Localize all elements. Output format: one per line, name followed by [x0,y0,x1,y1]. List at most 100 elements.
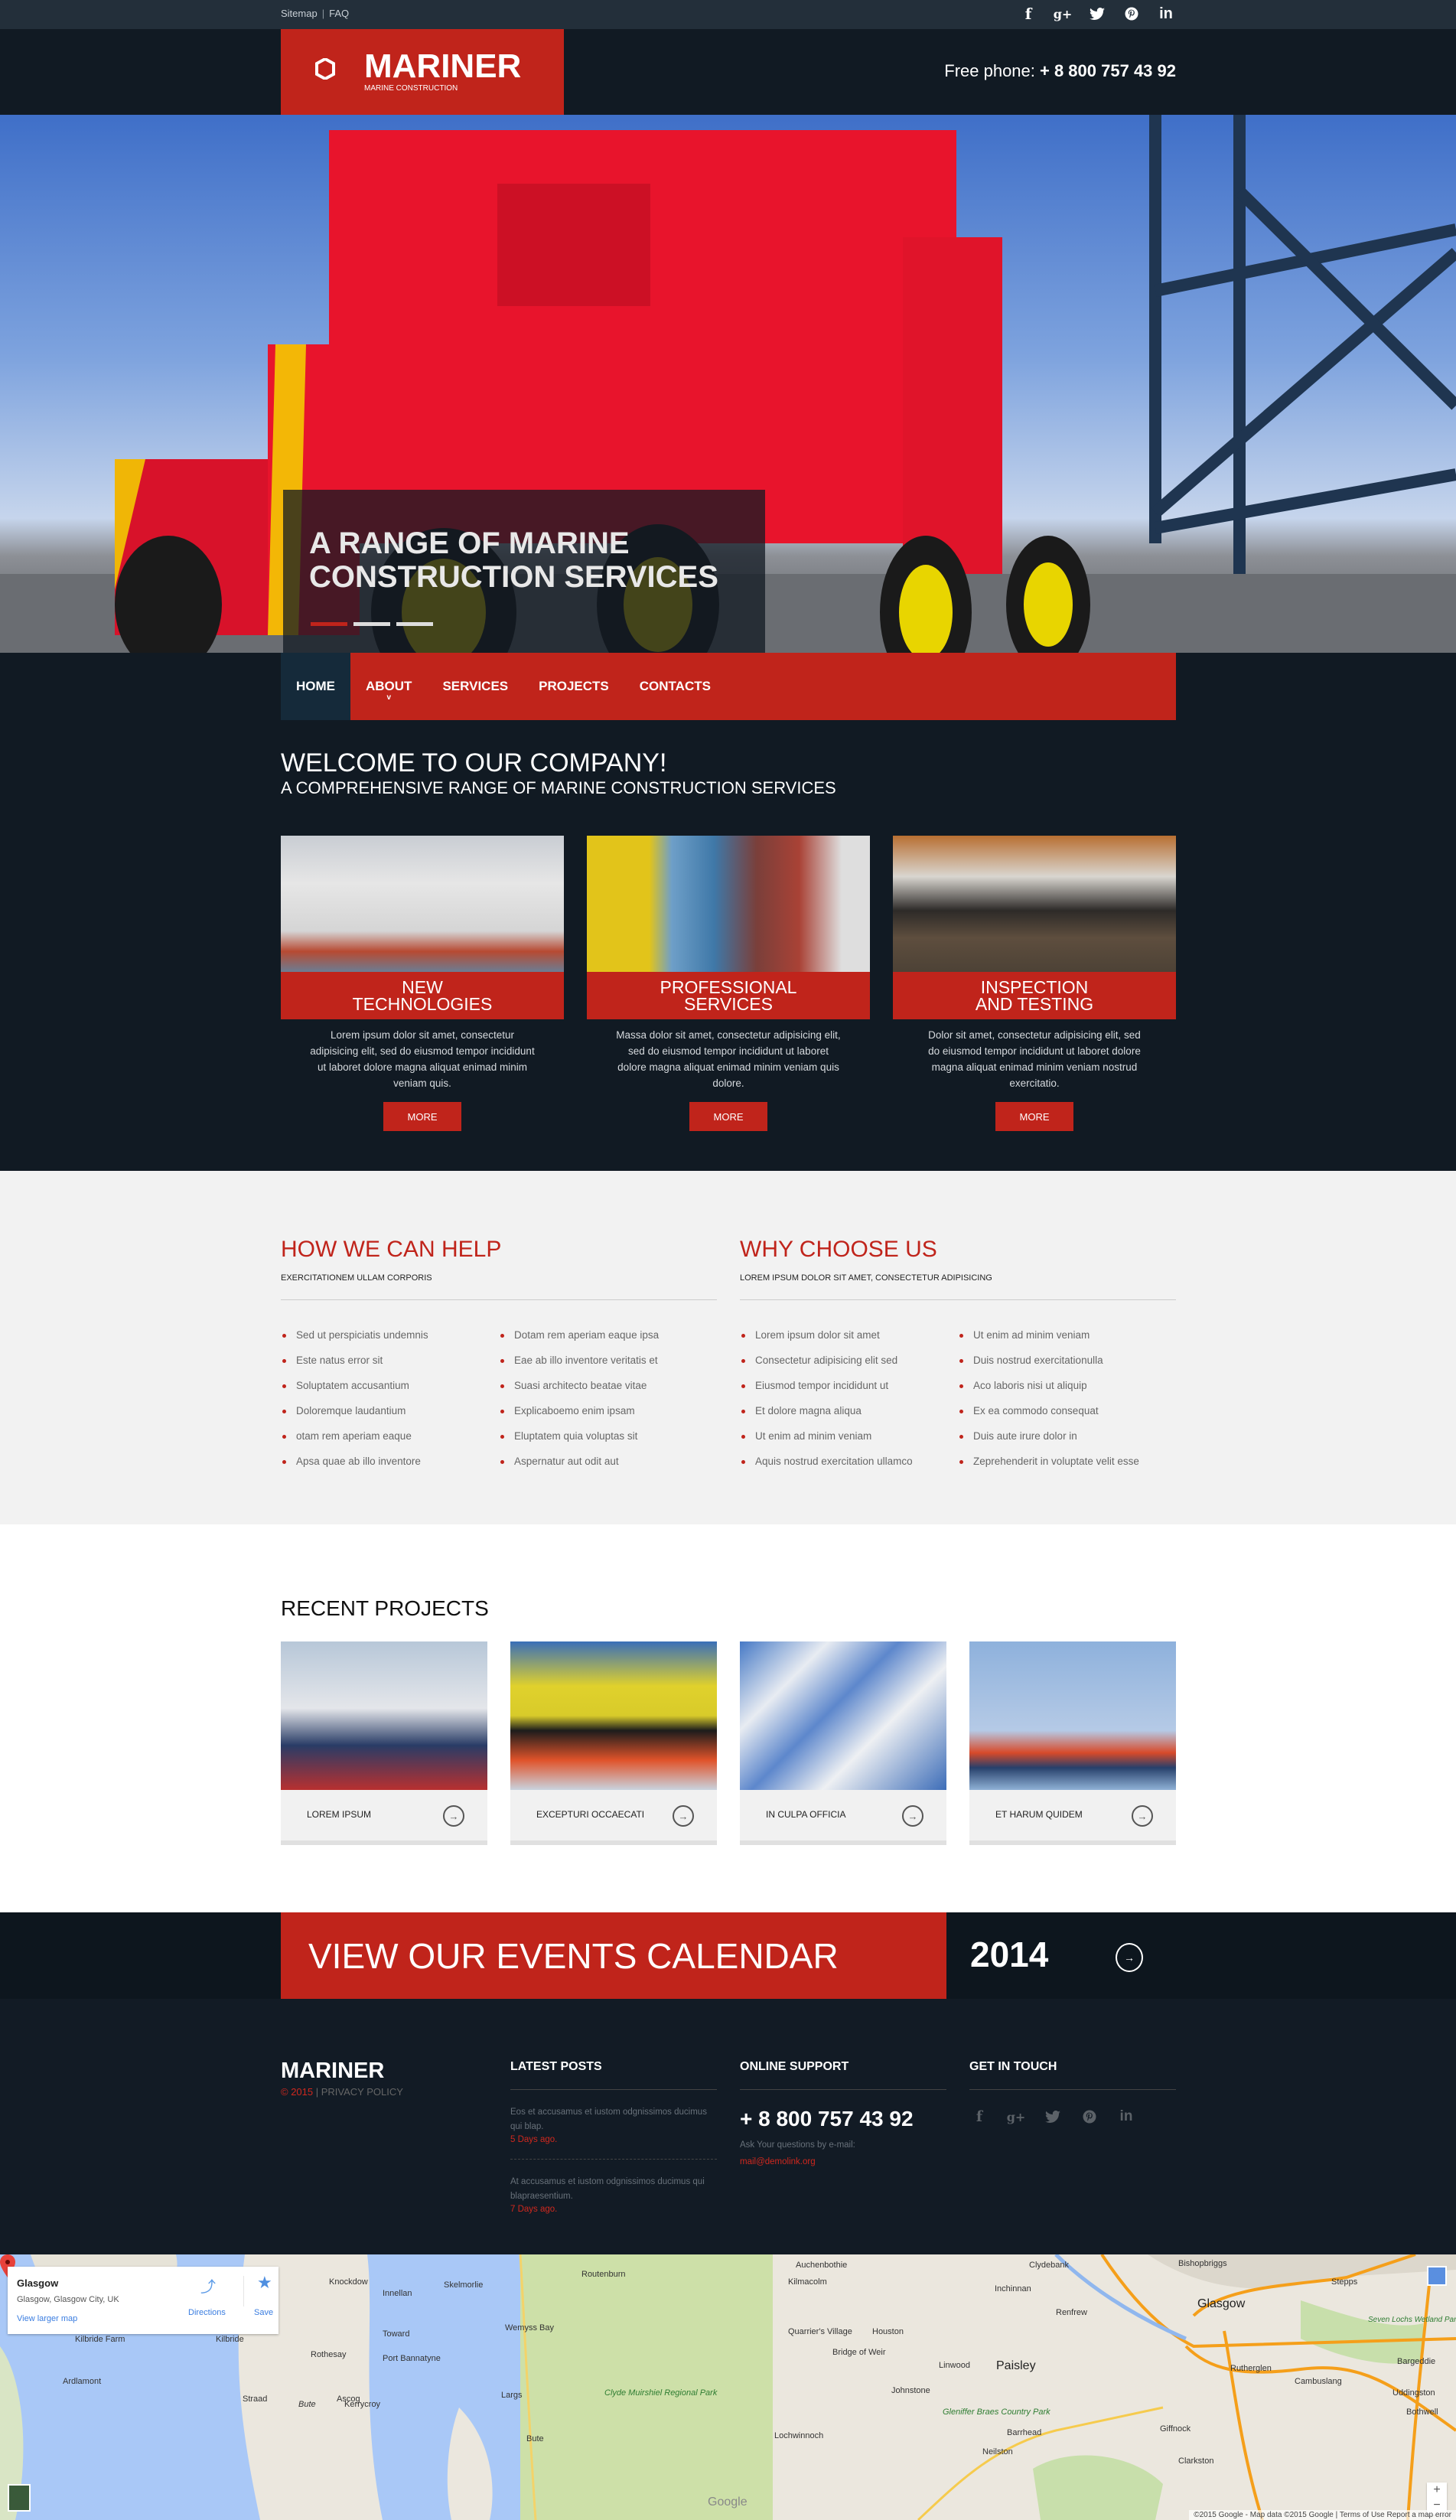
list-item: Zeprehenderit in voluptate velit esse [958,1456,1176,1481]
welcome-title: WELCOME TO OUR COMPANY! [281,748,667,778]
street-view-pegman-icon[interactable] [1427,2266,1447,2286]
feature-title: PROFESSIONAL SERVICES [587,972,870,1019]
latest-posts: LATEST POSTS Eos et accusamus et iustom … [510,2060,717,2215]
google-plus-icon[interactable]: g+ [1053,4,1073,24]
slider-pagination [311,622,433,626]
post-text: At accusamus et iustom odgnissimos ducim… [510,2177,705,2201]
nav-projects[interactable]: PROJECTS [523,653,624,720]
satellite-toggle[interactable] [8,2484,31,2512]
facebook-icon[interactable]: f [969,2107,989,2127]
more-button[interactable]: MORE [995,1102,1073,1131]
chevron-down-icon: v [386,693,391,702]
help-section: HOW WE CAN HELP EXERCITATIONEM ULLAM COR… [0,1171,1456,1524]
map-label: Skelmorlie [444,2280,484,2290]
logo-title: MARINER [364,47,522,85]
support-ask-text: Ask Your questions by e-mail: [740,2140,855,2150]
map-label: Bothwell [1406,2408,1438,2417]
arrow-right-icon[interactable]: → [443,1805,464,1827]
arrow-right-icon[interactable]: → [902,1805,923,1827]
list-item: Explicaboemo enim ipsam [499,1405,717,1430]
support-phone[interactable]: + 8 800 757 43 92 [740,2107,946,2131]
pinterest-icon[interactable] [1080,2107,1099,2127]
twitter-icon[interactable] [1043,2107,1063,2127]
map-label: Toward [383,2329,410,2339]
map-label: Bargeddie [1397,2357,1436,2366]
list-item: Aquis nostrud exercitation ullamco [740,1456,958,1481]
faq-link[interactable]: FAQ [329,8,349,19]
feature-title-line: TECHNOLOGIES [352,994,493,1014]
list-item: Sed ut perspiciatis undemnis [281,1329,499,1355]
project-title: IN CULPA OFFICIA [766,1809,846,1820]
project-foot [969,1840,1176,1845]
project-card[interactable]: ET HARUM QUIDEM → [969,1641,1176,1845]
events-calendar-link[interactable]: VIEW OUR EVENTS CALENDAR [281,1912,946,1999]
map-label: Innellan [383,2289,412,2298]
linkedin-icon[interactable]: in [1156,4,1176,24]
list-item: Suasi architecto beatae vitae [499,1380,717,1405]
slide-dot-3[interactable] [396,622,433,626]
slide-dot-2[interactable] [353,622,390,626]
online-support: ONLINE SUPPORT + 8 800 757 43 92 Ask You… [740,2060,946,2166]
project-image-steel-structure [740,1641,946,1790]
nav-home[interactable]: HOME [281,653,350,720]
map-label: Clydebank [1029,2261,1069,2270]
nav-contacts[interactable]: CONTACTS [624,653,726,720]
main-nav: HOME ABOUT v SERVICES PROJECTS CONTACTS [281,653,1176,720]
section-subtitle: LOREM IPSUM DOLOR SIT AMET, CONSECTETUR … [740,1273,992,1283]
project-card[interactable]: IN CULPA OFFICIA → [740,1641,946,1845]
save-link[interactable]: Save [254,2308,273,2317]
nav-services[interactable]: SERVICES [427,653,523,720]
star-icon[interactable]: ★ [257,2273,272,2293]
google-map[interactable]: Knockdow Skelmorlie Innellan Toward Port… [0,2254,1456,2520]
project-title: ET HARUM QUIDEM [995,1809,1083,1820]
phone-number[interactable]: + 8 800 757 43 92 [1040,61,1176,80]
why-choose-us: WHY CHOOSE US LOREM IPSUM DOLOR SIT AMET… [740,1237,1176,1481]
more-button[interactable]: MORE [383,1102,461,1131]
sitemap-link[interactable]: Sitemap [281,8,318,19]
list-item: Soluptatem accusantium [281,1380,499,1405]
list-item: Ut enim ad minim veniam [958,1329,1176,1355]
arrow-right-icon[interactable]: → [1132,1805,1153,1827]
support-email-link[interactable]: mail@demolink.org [740,2157,946,2166]
project-bar: LOREM IPSUM → [281,1790,487,1840]
feature-card: INSPECTION AND TESTING Dolor sit amet, co… [893,836,1176,1131]
list-item: Ut enim ad minim veniam [740,1430,958,1456]
get-in-touch: GET IN TOUCH f g+ in [969,2060,1176,2127]
divider [281,1299,717,1300]
google-plus-icon[interactable]: g+ [1006,2107,1026,2127]
logo[interactable]: MARINER MARINE CONSTRUCTION [281,29,564,115]
feature-title: NEW TECHNOLOGIES [281,972,564,1019]
feature-text: Dolor sit amet, consectetur adipisicing … [928,1029,1141,1089]
nav-label: CONTACTS [639,679,711,693]
list-item: Duis aute irure dolor in [958,1430,1176,1456]
map-attribution[interactable]: ©2015 Google - Map data ©2015 Google | T… [1189,2510,1456,2520]
footer-heading: LATEST POSTS [510,2060,602,2073]
view-larger-map-link[interactable]: View larger map [17,2314,77,2323]
slide-dot-1[interactable] [311,622,347,626]
facebook-icon[interactable]: f [1018,4,1038,24]
list-item: Duis nostrud exercitationulla [958,1355,1176,1380]
zoom-in-button[interactable]: + [1427,2483,1447,2498]
arrow-right-icon[interactable]: → [673,1805,694,1827]
project-card[interactable]: EXCEPTURI OCCAECATI → [510,1641,717,1845]
pinterest-icon[interactable] [1122,4,1142,24]
feature-title-line: PROFESSIONAL [660,977,797,997]
twitter-icon[interactable] [1087,4,1107,24]
project-title: EXCEPTURI OCCAECATI [536,1809,645,1820]
arrow-right-icon[interactable]: → [1116,1943,1143,1972]
post-item[interactable]: Eos et accusamus et iustom odgnissimos d… [510,2105,717,2145]
map-label: Paisley [996,2359,1036,2372]
project-card[interactable]: LOREM IPSUM → [281,1641,487,1845]
linkedin-icon[interactable]: in [1116,2107,1136,2127]
list-item: Aco laboris nisi ut aliquip [958,1380,1176,1405]
privacy-policy-link[interactable]: PRIVACY POLICY [321,2086,403,2098]
why-list-1: Lorem ipsum dolor sit amet Consectetur a… [740,1329,958,1481]
nav-about[interactable]: ABOUT v [350,653,427,720]
list-item: Et dolore magna aliqua [740,1405,958,1430]
directions-link[interactable]: Directions [188,2308,226,2317]
directions-icon[interactable]: ⤴ [200,2274,216,2297]
more-button[interactable]: MORE [689,1102,767,1131]
help-list-2: Dotam rem aperiam eaque ipsa Eae ab illo… [499,1329,717,1481]
post-item[interactable]: At accusamus et iustom odgnissimos ducim… [510,2175,717,2215]
footer: MARINER © 2015 | PRIVACY POLICY LATEST P… [0,1999,1456,2254]
